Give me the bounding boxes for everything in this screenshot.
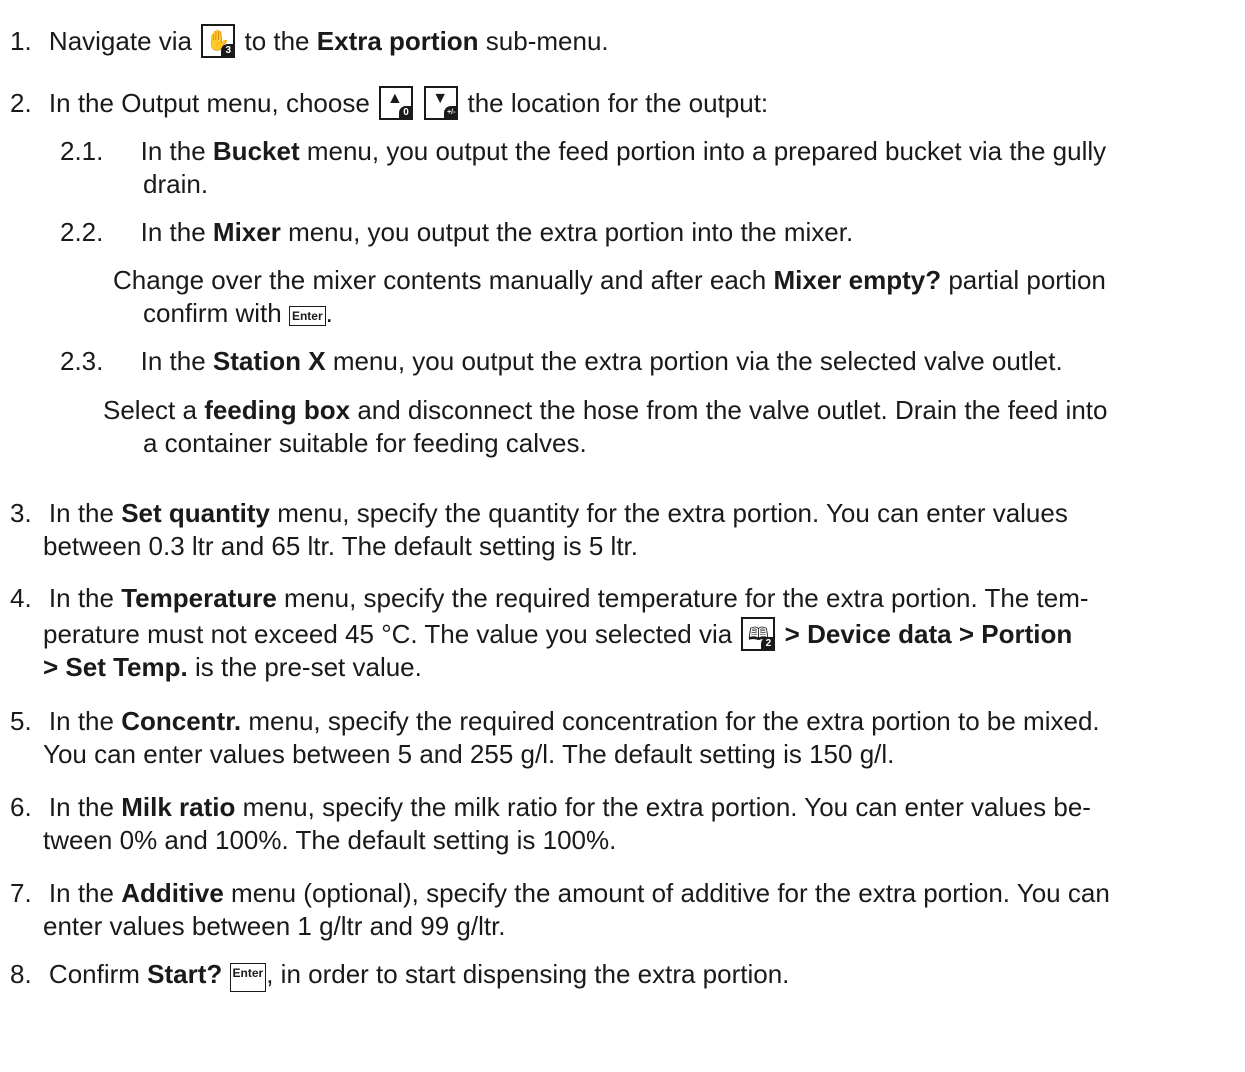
step-text: drain. (143, 169, 209, 199)
step-3: 3. In the Set quantity menu, specify the… (10, 497, 1068, 529)
step-text: menu, specify the required concentration… (248, 706, 1100, 736)
step-number: 2. (10, 88, 32, 118)
menu-name: Temperature (121, 583, 277, 613)
step-text: the location for the output: (467, 88, 769, 118)
key-subscript: 0 (399, 106, 414, 120)
menu-name: Set quantity (121, 498, 271, 528)
step-text: In the (48, 792, 114, 822)
step-number: 4. (10, 583, 32, 613)
substep-number: 2.1. (60, 136, 104, 166)
step-text: Confirm (48, 959, 140, 989)
step-number: 3. (10, 498, 32, 528)
step-text: Navigate via (48, 26, 192, 56)
mixer-note: Change over the mixer contents manually … (113, 264, 1106, 296)
menu-name: Station X (212, 346, 326, 376)
step-5: 5. In the Concentr. menu, specify the re… (10, 705, 1100, 737)
step-text: menu, specify the required temperature f… (284, 583, 1089, 613)
step-text: perature must not exceed 45 °C. The valu… (43, 619, 733, 649)
step-text: menu, you output the extra portion into … (288, 217, 854, 247)
step-text: menu, you output the feed portion into a… (306, 136, 1107, 166)
step-text: In the (48, 878, 114, 908)
step-text: partial portion (948, 265, 1106, 295)
prompt-name: Mixer empty? (773, 265, 942, 295)
step-4: 4. In the Temperature menu, specify the … (10, 582, 1089, 614)
substep-number: 2.3. (60, 346, 104, 376)
substep-2-2: 2.2. In the Mixer menu, you output the e… (60, 216, 853, 248)
step-text: is the pre-set value. (194, 652, 422, 682)
step-number: 1. (10, 26, 32, 56)
book-key-icon: 🕮 2 (741, 617, 776, 651)
step-text: In the (48, 706, 114, 736)
menu-path: > Device data > Portion (784, 619, 1073, 649)
step-text: tween 0% and 100%. The default setting i… (43, 825, 617, 855)
step-4-cont: perature must not exceed 45 °C. The valu… (43, 617, 1072, 651)
substep-2-3: 2.3. In the Station X menu, you output t… (60, 345, 1063, 377)
enter-key-icon: Enter (288, 306, 326, 326)
key-subscript: 3 (221, 44, 236, 58)
step-text: . (325, 298, 333, 328)
step-text: In the (140, 346, 206, 376)
step-2: 2. In the Output menu, choose ▲ 0 ▼ +/- th… (10, 86, 768, 120)
step-text: menu, you output the extra portion via t… (332, 346, 1063, 376)
step-text: sub-menu. (485, 26, 609, 56)
step-text: to the (244, 26, 310, 56)
menu-name: Bucket (212, 136, 300, 166)
step-text: You can enter values between 5 and 255 g… (43, 739, 895, 769)
substep-number: 2.2. (60, 217, 104, 247)
step-text: menu, specify the milk ratio for the ext… (242, 792, 1091, 822)
step-text: In the Output menu, choose (48, 88, 370, 118)
step-text: Change over the mixer contents manually … (113, 265, 767, 295)
menu-path: > Set Temp. (43, 652, 188, 682)
step-text: In the (140, 136, 206, 166)
step-number: 7. (10, 878, 32, 908)
step-1: 1. Navigate via ✋ 3 to the Extra portion … (10, 24, 609, 58)
enter-key-icon: Enter (229, 963, 267, 992)
up-arrow-key-icon: ▲ 0 (379, 86, 414, 120)
step-number: 8. (10, 959, 32, 989)
menu-name: Extra portion (316, 26, 479, 56)
key-subscript: 2 (761, 637, 776, 651)
step-8: 8. Confirm Start? Enter, in order to sta… (10, 958, 789, 992)
prompt-name: Start? (147, 959, 223, 989)
station-note: Select a feeding box and disconnect the … (103, 394, 1107, 426)
step-text: In the (48, 498, 114, 528)
step-6: 6. In the Milk ratio menu, specify the m… (10, 791, 1091, 823)
menu-name: Concentr. (121, 706, 242, 736)
step-text: In the (140, 217, 206, 247)
step-text: confirm with (143, 298, 282, 328)
down-arrow-key-icon: ▼ +/- (424, 86, 459, 120)
step-number: 6. (10, 792, 32, 822)
key-subscript: +/- (444, 106, 459, 120)
term-name: feeding box (204, 395, 351, 425)
mixer-note-cont: confirm with Enter. (143, 297, 333, 329)
hand-key-icon: ✋ 3 (201, 24, 236, 58)
step-text: a container suitable for feeding calves. (143, 428, 587, 458)
menu-name: Milk ratio (121, 792, 236, 822)
step-text: In the (48, 583, 114, 613)
step-text: between 0.3 ltr and 65 ltr. The default … (43, 531, 638, 561)
step-text: and disconnect the hose from the valve o… (357, 395, 1108, 425)
step-text: enter values between 1 g/ltr and 99 g/lt… (43, 911, 506, 941)
step-text: menu (optional), specify the amount of a… (231, 878, 1110, 908)
step-4-cont2: > Set Temp. is the pre-set value. (43, 651, 422, 683)
menu-name: Additive (121, 878, 224, 908)
step-7: 7. In the Additive menu (optional), spec… (10, 877, 1110, 909)
menu-name: Mixer (212, 217, 281, 247)
step-text: Select a (103, 395, 197, 425)
substep-2-1: 2.1. In the Bucket menu, you output the … (60, 135, 1106, 167)
step-text: menu, specify the quantity for the extra… (277, 498, 1068, 528)
step-text: , in order to start dispensing the extra… (266, 959, 790, 989)
step-number: 5. (10, 706, 32, 736)
